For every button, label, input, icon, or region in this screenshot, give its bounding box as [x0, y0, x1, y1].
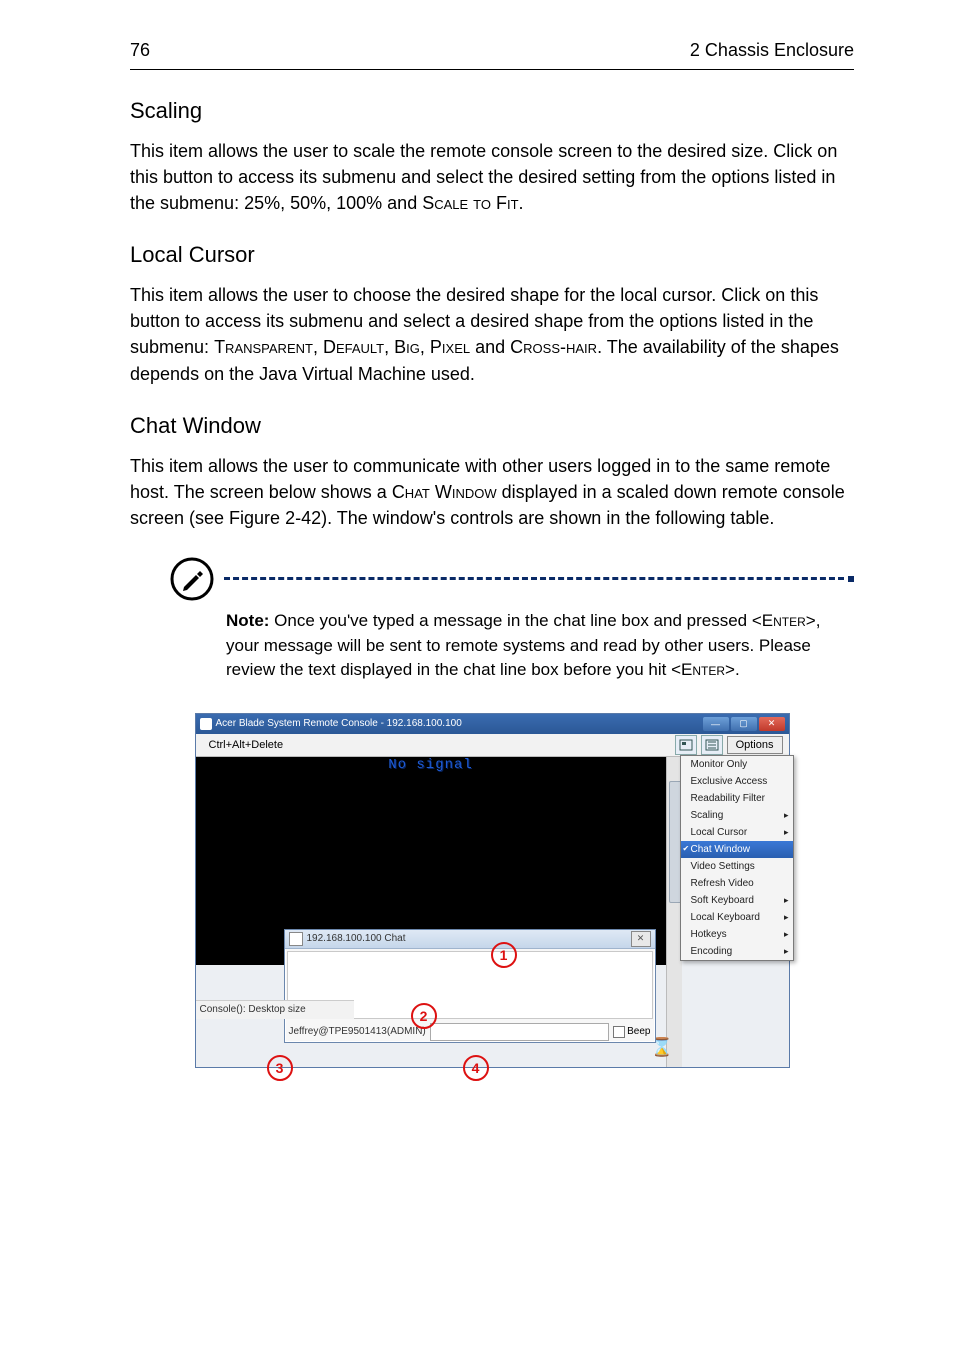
callout-1: 1: [491, 942, 517, 968]
status-bar: Console(): Desktop size: [196, 1000, 354, 1019]
chat-input-row: Jeffrey@TPE9501413(ADMIN) Beep: [285, 1021, 655, 1043]
options-button[interactable]: Options: [727, 736, 783, 754]
heading-scaling: Scaling: [130, 98, 854, 124]
chat-user-label: Jeffrey@TPE9501413(ADMIN): [289, 1026, 426, 1037]
paragraph-scaling: This item allows the user to scale the r…: [130, 138, 854, 216]
status-text: Console(): Desktop size: [200, 1004, 306, 1015]
dropdown-item[interactable]: Hotkeys: [681, 926, 793, 943]
text-smallcaps: Default: [323, 337, 384, 357]
header-rule: [130, 69, 854, 70]
dropdown-item[interactable]: Exclusive Access: [681, 773, 793, 790]
text-smallcaps: Chat Window: [392, 482, 497, 502]
callout-2: 2: [411, 1003, 437, 1029]
callout-4: 4: [463, 1055, 489, 1081]
window-titlebar[interactable]: Acer Blade System Remote Console - 192.1…: [196, 714, 789, 734]
text: ,: [420, 337, 430, 357]
dropdown-item[interactable]: Local Keyboard: [681, 909, 793, 926]
minimize-button[interactable]: —: [703, 717, 729, 731]
chat-input-field[interactable]: [430, 1023, 609, 1041]
dropdown-item[interactable]: Refresh Video: [681, 875, 793, 892]
dropdown-item[interactable]: Scaling: [681, 807, 793, 824]
beep-label: Beep: [627, 1026, 650, 1037]
text-smallcaps: Big: [394, 337, 420, 357]
note-divider: [224, 577, 844, 580]
text-smallcaps: Enter: [681, 660, 725, 679]
note-text: Note: Once you've typed a message in the…: [226, 609, 854, 683]
text: ,: [384, 337, 394, 357]
menubar: Ctrl+Alt+Delete Options: [196, 734, 789, 757]
dropdown-item[interactable]: Soft Keyboard: [681, 892, 793, 909]
note-label: Note:: [226, 611, 269, 630]
paragraph-local-cursor: This item allows the user to choose the …: [130, 282, 854, 386]
paragraph-chat-window: This item allows the user to communicate…: [130, 453, 854, 531]
dropdown-item[interactable]: Video Settings: [681, 858, 793, 875]
dropdown-item[interactable]: Local Cursor: [681, 824, 793, 841]
beep-checkbox[interactable]: [613, 1026, 625, 1038]
dropdown-item[interactable]: Chat Window: [681, 841, 793, 858]
close-button[interactable]: ✕: [759, 717, 785, 731]
toolbar-icon-2[interactable]: [701, 735, 723, 755]
note-divider-end: [848, 576, 854, 582]
pencil-note-icon: [170, 557, 214, 601]
window-title: Acer Blade System Remote Console - 192.1…: [216, 718, 462, 729]
text: and: [470, 337, 510, 357]
chat-titlebar[interactable]: 192.168.100.100 Chat ✕: [285, 930, 655, 949]
text-smallcaps: Pixel: [430, 337, 470, 357]
chat-title-text: 192.168.100.100 Chat: [307, 933, 406, 944]
options-dropdown[interactable]: Monitor OnlyExclusive AccessReadability …: [680, 755, 794, 961]
chat-app-icon: [289, 932, 303, 946]
menu-ctrl-alt-delete[interactable]: Ctrl+Alt+Delete: [202, 736, 291, 754]
chat-window[interactable]: 192.168.100.100 Chat ✕ Jeffrey@TPE950141…: [284, 929, 656, 1043]
text-smallcaps: Cross-hair: [510, 337, 597, 357]
callout-3: 3: [267, 1055, 293, 1081]
toolbar-icon-1[interactable]: [675, 735, 697, 755]
dropdown-item[interactable]: Encoding: [681, 943, 793, 960]
text: ,: [313, 337, 323, 357]
maximize-button[interactable]: ▢: [731, 717, 757, 731]
no-signal-label: No signal: [196, 757, 666, 773]
embedded-screenshot: Acer Blade System Remote Console - 192.1…: [195, 713, 790, 1068]
text: >.: [725, 660, 740, 679]
text: .: [519, 193, 524, 213]
text-smallcaps: Enter: [762, 611, 806, 630]
chapter-title: 2 Chassis Enclosure: [690, 40, 854, 61]
heading-chat-window: Chat Window: [130, 413, 854, 439]
text-smallcaps: Transparent: [214, 337, 313, 357]
dropdown-item[interactable]: Monitor Only: [681, 756, 793, 773]
dropdown-item[interactable]: Readability Filter: [681, 790, 793, 807]
text: Once you've typed a message in the chat …: [269, 611, 761, 630]
text-smallcaps: Scale to Fit: [422, 193, 518, 213]
chat-close-button[interactable]: ✕: [631, 931, 651, 947]
note-block: Note: Once you've typed a message in the…: [170, 557, 854, 683]
heading-local-cursor: Local Cursor: [130, 242, 854, 268]
app-icon: [200, 718, 212, 730]
page-number: 76: [130, 40, 150, 61]
